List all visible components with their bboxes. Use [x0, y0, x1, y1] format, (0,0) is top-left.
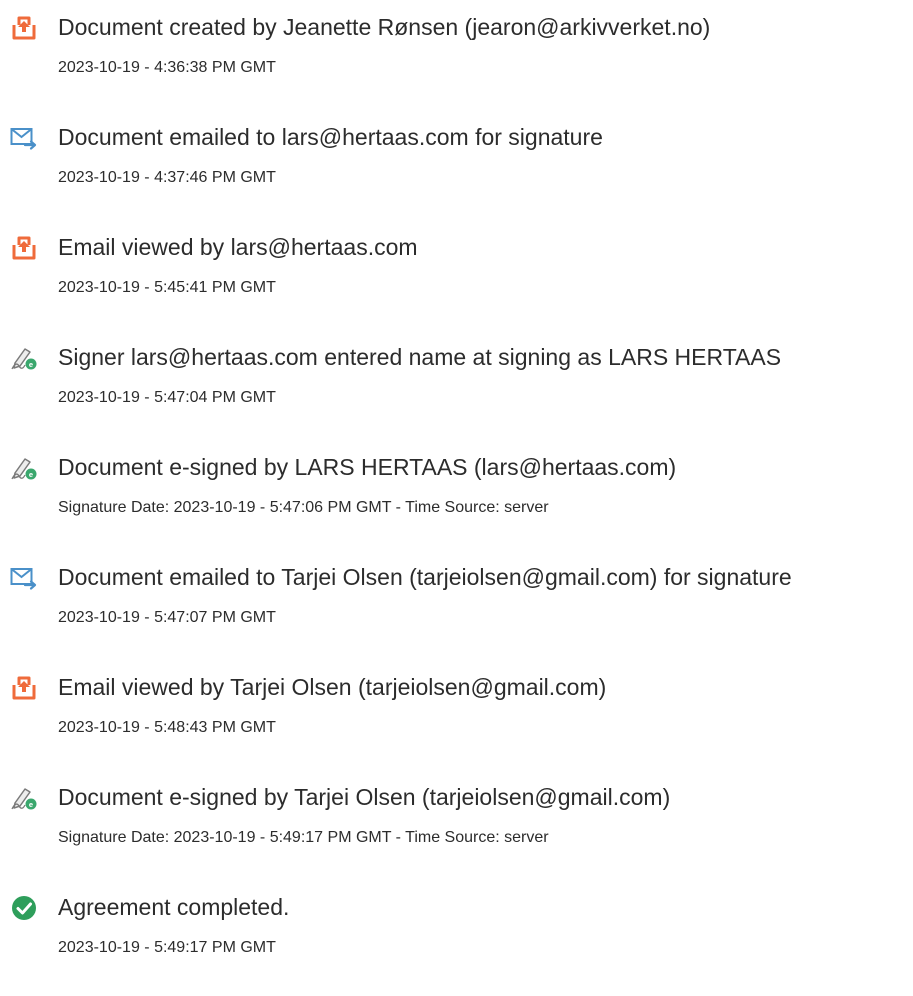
- svg-text:e: e: [29, 360, 33, 369]
- event-timestamp: 2023-10-19 - 4:37:46 PM GMT: [58, 169, 276, 186]
- audit-event: Document created by Jeanette Rønsen (jea…: [0, 0, 913, 100]
- event-timestamp: 2023-10-19 - 5:45:41 PM GMT: [58, 279, 276, 296]
- event-timestamp: 2023-10-19 - 4:36:38 PM GMT: [58, 59, 276, 76]
- svg-text:e: e: [29, 800, 33, 809]
- signature-icon: e: [10, 344, 38, 372]
- event-title: Document emailed to lars@hertaas.com for…: [58, 124, 603, 150]
- document-icon: [10, 14, 38, 42]
- svg-text:e: e: [29, 470, 33, 479]
- audit-event: e Document e-signed by LARS HERTAAS (lar…: [0, 440, 913, 540]
- event-title: Email viewed by lars@hertaas.com: [58, 234, 418, 260]
- event-title: Agreement completed.: [58, 894, 290, 920]
- event-timestamp: 2023-10-19 - 5:47:04 PM GMT: [58, 389, 276, 406]
- email-icon: [10, 124, 38, 152]
- event-title: Document emailed to Tarjei Olsen (tarjei…: [58, 564, 792, 590]
- event-timestamp: 2023-10-19 - 5:49:17 PM GMT: [58, 939, 276, 956]
- signature-icon: e: [10, 454, 38, 482]
- checkmark-icon: [10, 894, 38, 922]
- audit-event: Email viewed by Tarjei Olsen (tarjeiolse…: [0, 660, 913, 760]
- audit-event: e Signer lars@hertaas.com entered name a…: [0, 330, 913, 430]
- document-icon: [10, 674, 38, 702]
- audit-event: Document emailed to Tarjei Olsen (tarjei…: [0, 550, 913, 650]
- event-title: Document e-signed by Tarjei Olsen (tarje…: [58, 784, 671, 810]
- email-icon: [10, 564, 38, 592]
- event-timestamp: 2023-10-19 - 5:48:43 PM GMT: [58, 719, 276, 736]
- event-title: Signer lars@hertaas.com entered name at …: [58, 344, 782, 370]
- audit-event: e Document e-signed by Tarjei Olsen (tar…: [0, 770, 913, 870]
- event-timestamp: 2023-10-19 - 5:47:07 PM GMT: [58, 609, 276, 626]
- audit-event: Agreement completed. 2023-10-19 - 5:49:1…: [0, 880, 913, 980]
- document-icon: [10, 234, 38, 262]
- audit-event: Email viewed by lars@hertaas.com 2023-10…: [0, 220, 913, 320]
- audit-event: Document emailed to lars@hertaas.com for…: [0, 110, 913, 210]
- event-timestamp: Signature Date: 2023-10-19 - 5:47:06 PM …: [58, 499, 549, 516]
- event-timestamp: Signature Date: 2023-10-19 - 5:49:17 PM …: [58, 829, 549, 846]
- event-title: Document e-signed by LARS HERTAAS (lars@…: [58, 454, 677, 480]
- event-title: Email viewed by Tarjei Olsen (tarjeiolse…: [58, 674, 607, 700]
- event-title: Document created by Jeanette Rønsen (jea…: [58, 14, 711, 40]
- signature-icon: e: [10, 784, 38, 812]
